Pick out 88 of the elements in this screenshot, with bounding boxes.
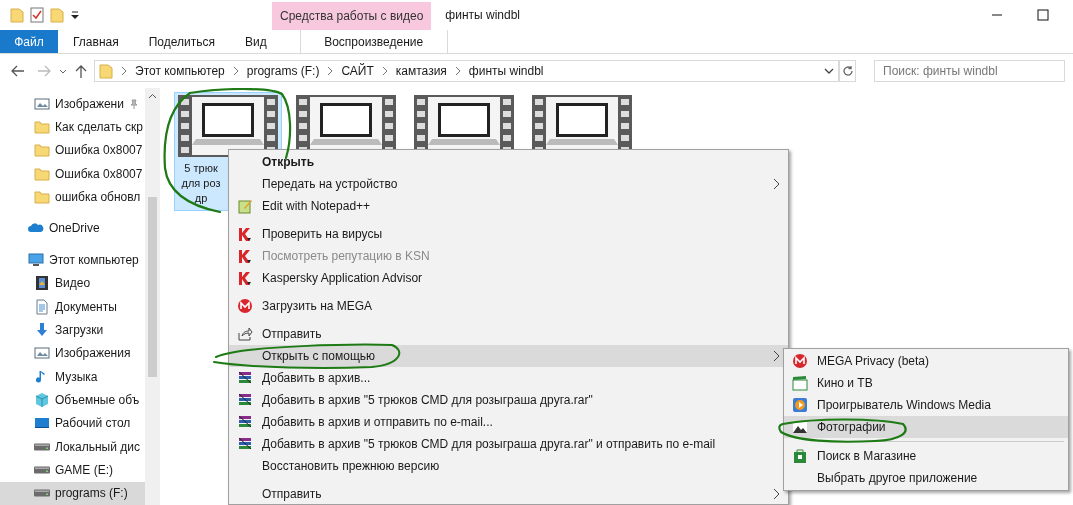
play-icon: [792, 397, 808, 413]
sidebar-item[interactable]: Этот компьютер: [0, 248, 145, 272]
sidebar-item[interactable]: Изображения: [0, 341, 145, 365]
breadcrumb[interactable]: Этот компьютер: [135, 62, 225, 80]
sidebar-item[interactable]: programs (F:): [0, 481, 145, 505]
ribbon-tab[interactable]: Файл: [0, 30, 58, 53]
cube-icon: [34, 392, 50, 408]
folder-icon: [34, 142, 50, 159]
picture-icon: [34, 345, 50, 362]
ribbon-tab[interactable]: Воспроизведение: [299, 30, 448, 53]
drive-icon: [34, 442, 50, 451]
computer-icon: [28, 251, 44, 268]
sidebar-item[interactable]: Изображени: [0, 92, 145, 116]
folder-icon: [50, 7, 64, 23]
maximize-icon: [1037, 9, 1049, 21]
search-field[interactable]: Поиск: финты windbl: [874, 60, 1065, 82]
chevron-right-icon: [121, 66, 127, 76]
books-icon: [237, 414, 253, 430]
sidebar-item[interactable]: Локальный дис: [0, 435, 145, 459]
sidebar-item[interactable]: GAME (E:): [0, 458, 145, 482]
ribbon-tab[interactable]: Вид: [229, 30, 282, 53]
window-title: финты windbl: [444, 7, 522, 24]
refresh-icon: [841, 65, 854, 77]
chevron-right-icon: [454, 66, 461, 76]
k-icon: [237, 226, 253, 242]
folder-icon: [99, 63, 113, 79]
books-icon: [237, 392, 253, 408]
sidebar-item[interactable]: Ошибка 0x8007: [0, 162, 145, 186]
folder-icon: [34, 165, 50, 182]
dropdown-icon: [70, 10, 80, 20]
breadcrumb[interactable]: САЙТ: [341, 62, 374, 80]
sidebar-item[interactable]: Ошибка 0x8007: [0, 138, 145, 163]
forward-arrow-icon: [36, 63, 52, 79]
notepad-icon: [237, 198, 253, 214]
film-icon: [34, 275, 50, 292]
file-name[interactable]: 5 трюк для роз др: [177, 161, 225, 206]
folder-icon: [34, 189, 50, 206]
ribbon-tab[interactable]: Главная: [58, 30, 134, 53]
folder-icon: [34, 119, 50, 136]
breadcrumb[interactable]: камтазия: [395, 62, 447, 80]
sidebar-item[interactable]: Объемные объ: [0, 388, 145, 412]
k-icon: [237, 270, 253, 286]
picture-icon: [34, 95, 50, 112]
k-icon: [237, 248, 253, 264]
menu-item[interactable]: Проверить на вирусы: [229, 223, 788, 245]
shopping-bag-icon: [792, 448, 808, 464]
chevron-right-icon: [232, 66, 239, 76]
menu-item[interactable]: Фотографии: [784, 416, 1068, 438]
m-circle-icon: [237, 298, 253, 314]
sidebar-item[interactable]: Музыка: [0, 364, 145, 389]
scroll-up-icon: [148, 92, 157, 101]
menu-item[interactable]: Отправить: [229, 323, 788, 345]
sidebar-item[interactable]: Как сделать скр: [0, 115, 145, 139]
down-arrow-icon: [34, 321, 50, 338]
folder-icon: [10, 7, 24, 23]
sidebar-item[interactable]: Видео: [0, 271, 145, 295]
clapperboard-icon: [792, 375, 808, 391]
books-icon: [237, 370, 253, 386]
up-arrow-icon: [74, 63, 88, 79]
sidebar-item[interactable]: Загрузки: [0, 318, 145, 342]
chevron-right-icon: [327, 66, 334, 76]
scrollbar[interactable]: [145, 88, 160, 505]
document-icon: [34, 298, 50, 315]
menu-item[interactable]: Загрузить на MEGA: [229, 295, 788, 317]
back-arrow-icon: [10, 63, 26, 79]
ribbon-tab[interactable]: Поделиться: [133, 30, 230, 53]
menu-item[interactable]: Edit with Notepad++: [229, 195, 788, 217]
menu-item[interactable]: Открыть с помощью: [229, 345, 788, 367]
refresh-button[interactable]: [839, 60, 856, 82]
menu-item[interactable]: Передать на устройство: [229, 173, 788, 195]
share-icon: [237, 326, 253, 342]
checklist-icon: [30, 7, 44, 23]
chevron-down-icon: [824, 66, 834, 76]
breadcrumb[interactable]: programs (F:): [246, 62, 320, 80]
books-icon: [237, 436, 253, 452]
sidebar-item[interactable]: OneDrive: [0, 216, 145, 241]
sidebar-item[interactable]: Рабочий стол: [0, 411, 145, 436]
sidebar-item[interactable]: Документы: [0, 294, 145, 319]
contextual-tab-group: Средства работы с видео: [272, 2, 432, 30]
drive-icon: [34, 489, 50, 498]
drive-icon: [34, 466, 50, 475]
address-bar[interactable]: Этот компьютер programs (F:) САЙТ камтазия финты windbl: [94, 60, 839, 82]
chevron-right-icon: [381, 66, 388, 76]
sidebar-item[interactable]: ошибка обновл: [0, 185, 145, 209]
breadcrumb[interactable]: финты windbl: [468, 62, 544, 80]
menu-item[interactable]: Открыть: [229, 151, 788, 173]
m-circle-icon: [792, 353, 808, 369]
menu-item[interactable]: Kaspersky Application Advisor: [229, 267, 788, 289]
